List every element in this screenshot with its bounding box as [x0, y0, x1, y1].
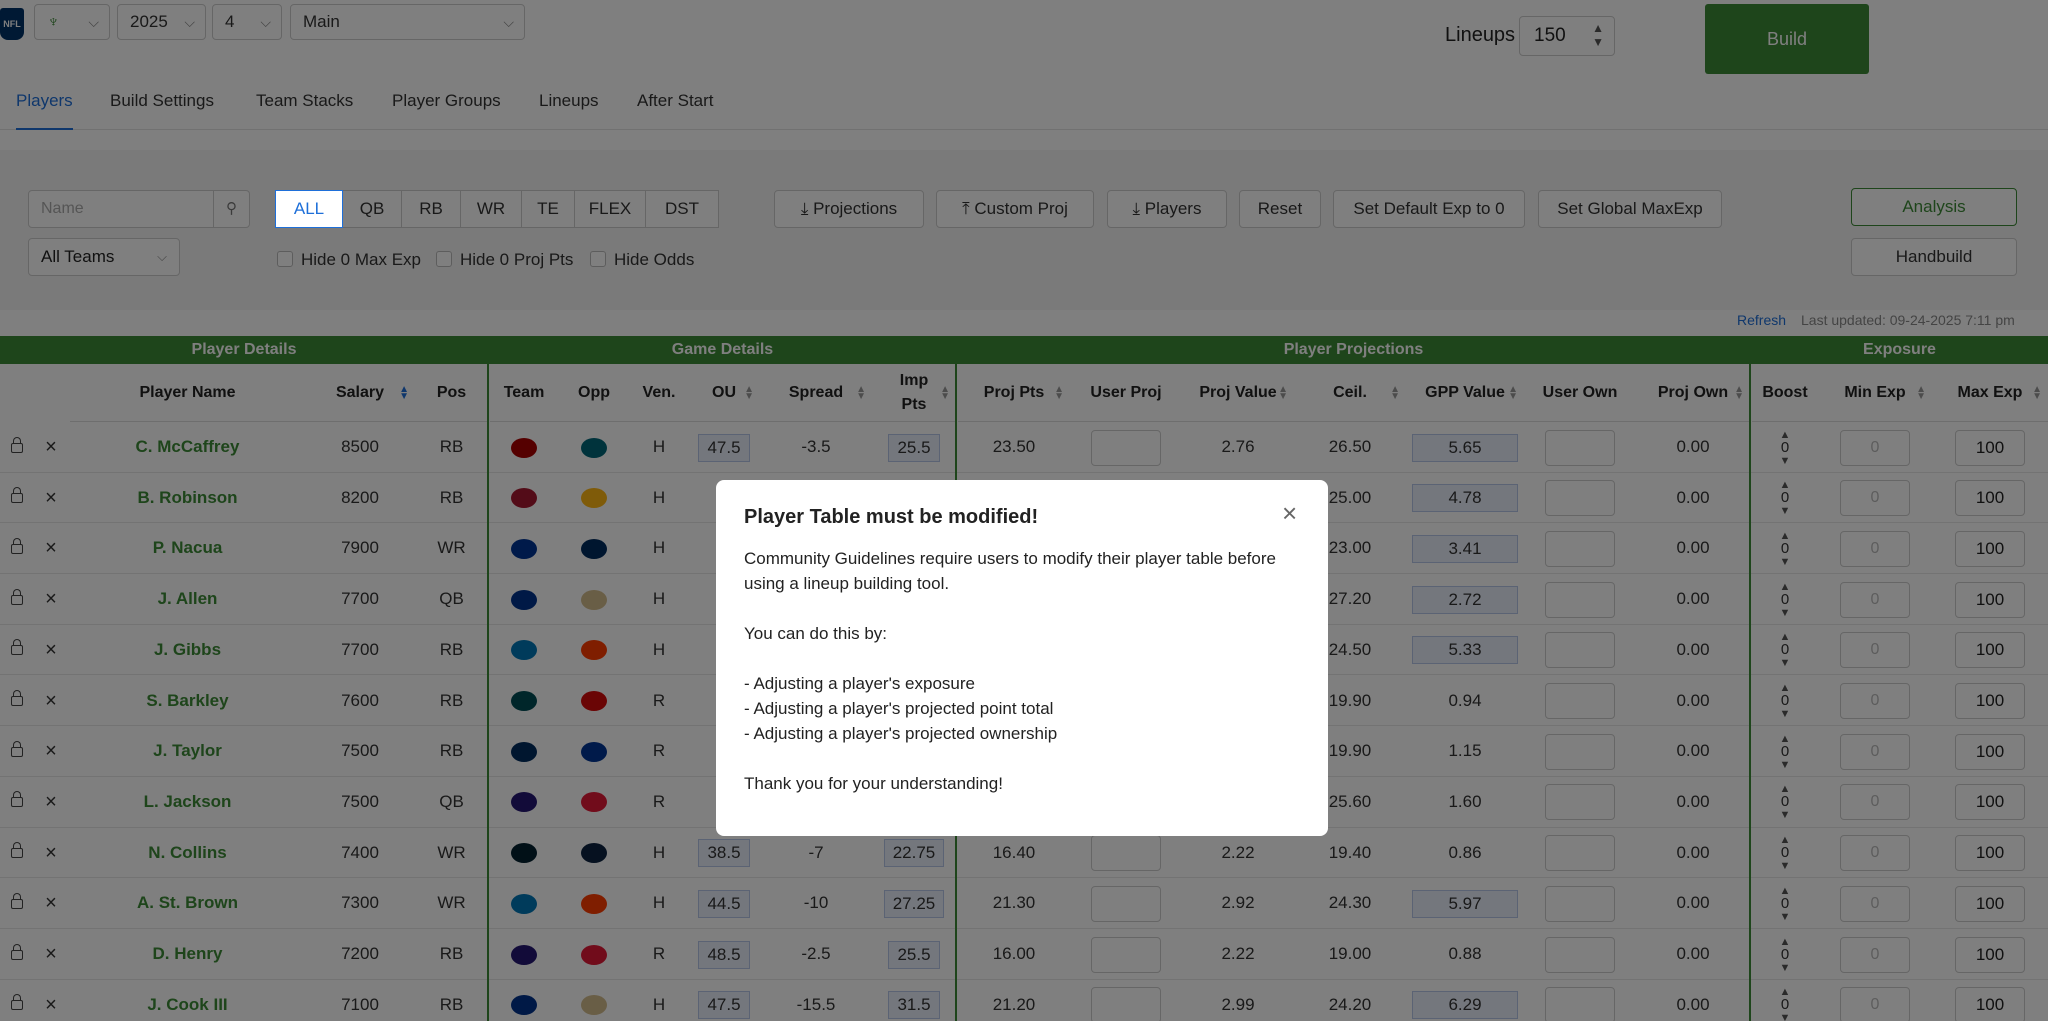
modal-bullet: - Adjusting a player's projected ownersh… — [744, 724, 1058, 743]
modal-line: You can do this by: — [744, 624, 888, 643]
modal-title: Player Table must be modified! — [744, 506, 1039, 528]
page: NFL ♆ ⌵ 2025 ⌵ 4 ⌵ Main ⌵ Lineups 150 ▲▼… — [0, 0, 2048, 1021]
modal-line: Thank you for your understanding! — [744, 774, 1003, 793]
pos-all-button[interactable]: ALL — [275, 190, 343, 228]
modified-table-modal: Player Table must be modified! × Communi… — [716, 480, 1328, 836]
close-icon[interactable]: × — [1282, 500, 1297, 526]
modal-line: Community Guidelines require users to mo… — [744, 549, 1276, 593]
modal-body: Community Guidelines require users to mo… — [744, 546, 1304, 796]
modal-bullet: - Adjusting a player's exposure — [744, 674, 975, 693]
modal-bullet: - Adjusting a player's projected point t… — [744, 699, 1054, 718]
